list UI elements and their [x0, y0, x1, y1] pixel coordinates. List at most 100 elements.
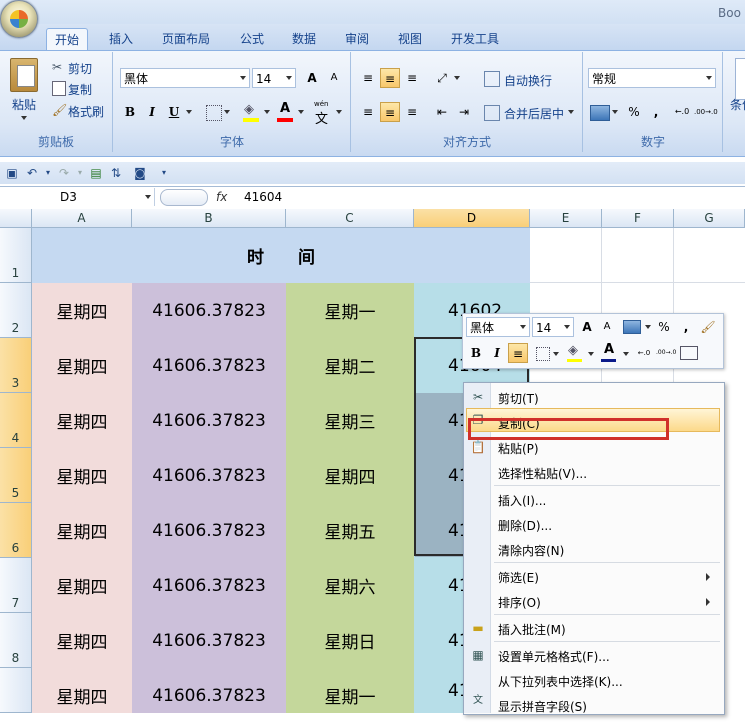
decrease-decimal-button[interactable]: .00→.0	[694, 102, 718, 122]
mini-font-combo[interactable]: 黑体	[466, 317, 530, 337]
tab-developer[interactable]: 开发工具	[443, 28, 507, 50]
header-cell[interactable]: 时 间	[32, 228, 530, 283]
row-header-1[interactable]: 1	[0, 228, 32, 283]
tab-home[interactable]: 开始	[46, 28, 89, 51]
mini-border-dropdown-icon[interactable]	[553, 352, 559, 356]
mini-merge-icon[interactable]	[680, 346, 698, 360]
menu-item-pick-from-list[interactable]: 从下拉列表中选择(K)...	[498, 673, 623, 690]
comma-button[interactable]: ,	[646, 102, 666, 122]
menu-item-paste[interactable]: 粘贴(P)	[498, 440, 539, 457]
mini-fill-color-icon[interactable]: ◈	[568, 343, 578, 358]
mini-currency-dropdown-icon[interactable]	[645, 325, 651, 329]
row-header-5[interactable]: 5	[0, 448, 32, 503]
cell-a5[interactable]: 星期四	[32, 448, 132, 503]
cell-b8[interactable]: 41606.37823	[132, 613, 286, 668]
menu-item-format-cells[interactable]: 设置单元格格式(F)...	[498, 648, 610, 665]
align-middle-icon[interactable]: ≡	[380, 68, 400, 88]
cell-b9[interactable]: 41606.37823	[132, 668, 286, 723]
conditional-format-icon[interactable]	[735, 58, 745, 100]
font-color-button[interactable]: A	[280, 101, 290, 116]
menu-item-insert-comment[interactable]: 插入批注(M)	[498, 621, 566, 638]
font-size-combo[interactable]: 14	[252, 68, 296, 88]
name-box-dropdown-icon[interactable]	[145, 195, 151, 199]
cell-a2[interactable]: 星期四	[32, 283, 132, 338]
number-format-combo[interactable]: 常规	[588, 68, 716, 88]
mini-currency-icon[interactable]	[623, 320, 641, 334]
mini-fill-dropdown-icon[interactable]	[588, 352, 594, 356]
border-dropdown-icon[interactable]	[224, 110, 230, 114]
merge-center-button[interactable]: 合并后居中	[504, 105, 564, 122]
save-icon[interactable]: ▣	[4, 165, 20, 181]
row-header-2[interactable]: 2	[0, 283, 32, 338]
mini-comma-button[interactable]: ,	[676, 317, 696, 337]
fill-color-dropdown-icon[interactable]	[264, 110, 270, 114]
mini-font-color-button[interactable]: A	[604, 342, 614, 357]
cell-a8[interactable]: 星期四	[32, 613, 132, 668]
undo-dropdown-icon[interactable]: ▾	[40, 165, 56, 181]
cell-b7[interactable]: 41606.37823	[132, 558, 286, 613]
border-icon[interactable]	[206, 105, 222, 121]
tab-review[interactable]: 审阅	[337, 28, 377, 50]
undo-icon[interactable]: ↶	[24, 165, 40, 181]
column-header-e[interactable]: E	[530, 209, 602, 228]
wrap-text-button[interactable]: 自动换行	[504, 72, 552, 89]
cell-a7[interactable]: 星期四	[32, 558, 132, 613]
cell-a3[interactable]: 星期四	[32, 338, 132, 393]
mini-increase-decimal-button[interactable]: ←.0	[634, 343, 654, 363]
shrink-font-button[interactable]: A	[324, 68, 344, 88]
mini-border-icon[interactable]	[536, 347, 550, 361]
insert-function-button[interactable]: fx	[216, 188, 232, 206]
column-header-c[interactable]: C	[286, 209, 414, 228]
camera-icon[interactable]: ◙	[132, 165, 148, 181]
menu-item-filter[interactable]: 筛选(E)	[498, 569, 539, 586]
orientation-dropdown-icon[interactable]	[454, 76, 460, 80]
menu-item-insert[interactable]: 插入(I)...	[498, 492, 546, 509]
align-bottom-icon[interactable]: ≡	[402, 68, 422, 88]
merge-dropdown-icon[interactable]	[568, 110, 574, 114]
mini-percent-button[interactable]: %	[654, 317, 674, 337]
mini-shrink-font-button[interactable]: A	[597, 317, 617, 337]
mini-grow-font-button[interactable]: A	[577, 317, 597, 337]
italic-button[interactable]: I	[142, 102, 162, 122]
mini-format-painter-icon[interactable]: 🖌	[698, 317, 718, 337]
column-header-g[interactable]: G	[674, 209, 745, 228]
fill-color-icon[interactable]: ◈	[244, 102, 254, 117]
styles-group-fragment[interactable]: 条件	[730, 96, 745, 113]
row-header-7[interactable]: 7	[0, 558, 32, 613]
cell-b3[interactable]: 41606.37823	[132, 338, 286, 393]
row-header-4[interactable]: 4	[0, 393, 32, 448]
tab-data[interactable]: 数据	[284, 28, 324, 50]
mini-italic-button[interactable]: I	[487, 343, 507, 363]
decrease-indent-icon[interactable]: ⇤	[432, 102, 452, 122]
cell-a4[interactable]: 星期四	[32, 393, 132, 448]
cell-b4[interactable]: 41606.37823	[132, 393, 286, 448]
formula-bar-expander[interactable]	[160, 189, 208, 206]
cell-a9[interactable]: 星期四	[32, 668, 132, 723]
office-button[interactable]	[0, 0, 38, 38]
phonetic-button[interactable]: 文	[315, 108, 328, 127]
mini-size-combo[interactable]: 14	[532, 317, 574, 337]
bold-button[interactable]: B	[120, 102, 140, 122]
row-header-6[interactable]: 6	[0, 503, 32, 558]
column-header-f[interactable]: F	[602, 209, 674, 228]
cell-c3[interactable]: 星期二	[286, 338, 414, 393]
mini-bold-button[interactable]: B	[466, 343, 486, 363]
tab-insert[interactable]: 插入	[101, 28, 141, 50]
increase-decimal-button[interactable]: ←.0	[672, 102, 692, 122]
menu-item-paste-special[interactable]: 选择性粘贴(V)...	[498, 465, 587, 482]
cell-c9[interactable]: 星期一	[286, 668, 414, 723]
menu-item-delete[interactable]: 删除(D)...	[498, 517, 552, 534]
cell-c5[interactable]: 星期四	[286, 448, 414, 503]
row-header-3[interactable]: 3	[0, 338, 32, 393]
align-right-icon[interactable]: ≡	[402, 102, 422, 122]
cut-button[interactable]: 剪切	[68, 60, 92, 77]
menu-item-show-phonetic[interactable]: 显示拼音字段(S)	[498, 698, 587, 715]
percent-button[interactable]: %	[624, 102, 644, 122]
cell-c7[interactable]: 星期六	[286, 558, 414, 613]
align-center-icon[interactable]: ≡	[380, 102, 400, 122]
paste-dropdown-icon[interactable]	[21, 116, 27, 120]
cell-c8[interactable]: 星期日	[286, 613, 414, 668]
name-box[interactable]: D3	[2, 188, 155, 206]
font-name-combo[interactable]: 黑体	[120, 68, 250, 88]
font-color-dropdown-icon[interactable]	[298, 110, 304, 114]
